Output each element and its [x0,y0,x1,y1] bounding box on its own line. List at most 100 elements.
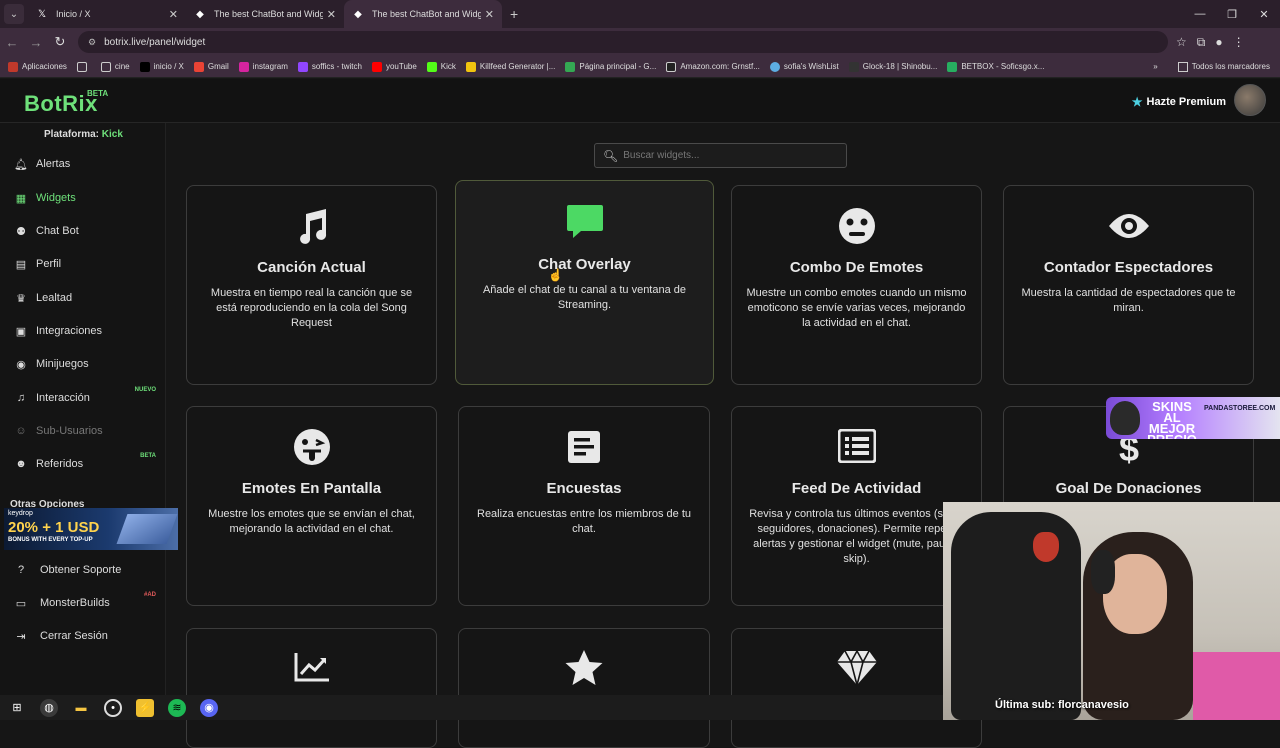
sidebar-item-lealtad[interactable]: ♛ Lealtad [0,283,166,313]
bookmark-item[interactable]: youTube [371,61,417,72]
close-icon[interactable]: ✕ [327,8,336,21]
premium-button[interactable]: ★ Hazte Premium [1132,95,1226,109]
search-icon: 🔍︎ [603,148,619,163]
search-input[interactable] [623,150,834,161]
profile-icon[interactable]: ● [1215,35,1222,50]
sidebar-item-chat-bot[interactable]: ⚉ Chat Bot [0,216,166,246]
discord-icon[interactable]: ◉ [200,698,218,717]
skins-ad-overlay: SKINS AL MEJOR PRECIO PANDASTOREE.COM [1106,397,1280,439]
bookmark-item[interactable]: soffics - twitch [297,61,362,72]
sidebar-item-alertas[interactable]: 🔔︎ Alertas [0,149,166,179]
skins-ad-text: SKINS AL MEJOR PRECIO [1147,399,1197,439]
all-bookmarks-label: Todos los marcadores [1191,62,1270,71]
bookmark-item[interactable]: Amazon.com: Grnstf... [666,61,760,72]
sidebar-item-label: Interacción [36,392,90,404]
browser-tab[interactable]: 𝕏 Inicio / X ✕ [28,0,186,28]
minimize-icon[interactable]: — [1184,0,1216,28]
file-explorer-icon[interactable]: ▬ [72,699,90,717]
instagram-icon [238,61,249,72]
widget-title: Combo De Emotes [789,259,924,276]
bookmark-label: BETBOX - Soficsgo.x... [961,62,1045,71]
tab-search-button[interactable]: ⌄ [4,4,24,24]
bookmark-item[interactable]: Gmail [193,61,229,72]
bookmarks-bar: Aplicaciones cine inicio / X Gmail insta… [0,56,1280,78]
sidebar-item-minijuegos[interactable]: ◉ Minijuegos [0,349,166,379]
browser-tab[interactable]: ◆ The best ChatBot and Widgets ✕ [186,0,344,28]
amazon-icon [666,61,677,72]
trophy-icon: ♛ [16,292,26,305]
chevron-right-icon[interactable]: » [1153,62,1157,71]
ad-badge: #AD [143,592,156,598]
close-icon[interactable]: ✕ [169,8,178,21]
menu-dots-icon[interactable]: ⋮ [1233,35,1245,50]
ad-subtext: BONUS WITH EVERY TOP-UP [8,537,93,543]
bookmark-item[interactable]: inicio / X [139,61,184,72]
bookmark-item[interactable] [76,61,91,72]
sidebar-item-sub-usuarios[interactable]: ☺ Sub-Usuarios [0,416,166,446]
widget-card-chat-overlay[interactable]: Chat Overlay Añade el chat de tu canal a… [455,180,714,385]
widget-card-encuestas[interactable]: Encuestas Realiza encuestas entre los mi… [458,406,710,606]
bookmark-item[interactable]: Killfeed Generator |... [465,61,556,72]
bookmark-item[interactable]: instagram [238,61,288,72]
gaming-chair [951,512,1081,720]
tab-title: Inicio / X [56,9,91,19]
widget-card-combo-de-emotes[interactable]: Combo De Emotes Muestre un combo emotes … [731,185,982,385]
forward-icon[interactable]: → [24,30,48,54]
obs-icon[interactable]: • [104,698,122,717]
back-icon[interactable]: ← [0,30,24,54]
sidebar-item-label: Referidos [36,458,84,470]
sidebar-item-perfil[interactable]: ▤ Perfil [0,249,166,279]
bookmark-star-icon[interactable]: ☆ [1176,35,1187,50]
widget-title: Chat Overlay [538,256,631,273]
drive-icon [565,61,576,72]
widget-description: Muestre un combo emotes cuando un mismo … [746,287,967,329]
bookmark-item[interactable]: Glock-18 | Shinobu... [848,61,937,72]
spotify-icon[interactable]: ≋ [168,698,186,717]
headset [1091,550,1115,594]
bookmark-label: Killfeed Generator |... [479,62,556,71]
sidebar-item-label: Sub-Usuarios [36,425,103,437]
keydrop-ad-banner[interactable]: keydrop 20% + 1 USD BONUS WITH EVERY TOP… [4,508,178,550]
bookmark-item[interactable]: sofia's WishList [769,61,839,72]
url-field[interactable]: ⚙ botrix.live/panel/widget [78,31,1168,53]
sidebar-item-monsterbuilds[interactable]: ▭ MonsterBuilds #AD [0,588,166,618]
widget-card-chart[interactable] [186,628,437,748]
bookmark-item[interactable]: Kick [426,61,456,72]
new-tab-icon[interactable]: + [510,6,518,22]
chrome-icon[interactable]: ◍ [40,698,58,717]
sidebar-item-interaccion[interactable]: ♫ Interacción NUEVO [0,383,166,413]
sidebar-item-referidos[interactable]: ☻ Referidos BETA [0,449,166,479]
avatar[interactable] [1234,84,1266,116]
widget-card-contador-espectadores[interactable]: Contador Espectadores Muestra la cantida… [1003,185,1254,385]
close-icon[interactable]: ✕ [485,8,494,21]
extensions-icon[interactable]: ⧉ [1197,35,1206,50]
app-icon[interactable]: ⚡ [136,698,154,717]
bookmark-item[interactable]: BETBOX - Soficsgo.x... [947,61,1045,72]
sidebar-item-widgets[interactable]: ▦ Widgets [0,183,166,213]
window-controls: — ❐ ✕ [1184,0,1280,28]
reload-icon[interactable]: ↻ [48,30,72,54]
browser-tab-active[interactable]: ◆ The best ChatBot and Widgets ✕ [344,0,502,28]
widget-title: Feed De Actividad [791,480,922,497]
all-bookmarks[interactable]: » Todos los marcadores [1153,61,1270,72]
ad-brand: keydrop [8,510,33,517]
widget-card-cancion-actual[interactable]: Canción Actual Muestra en tiempo real la… [186,185,437,385]
sidebar-item-integraciones[interactable]: ▣ Integraciones [0,316,166,346]
widget-card-star[interactable] [458,628,710,748]
bookmark-item[interactable]: Página principal - G... [565,61,656,72]
windows-start-icon[interactable]: ⊞ [8,699,26,717]
bookmark-item[interactable]: cine [100,61,130,72]
robot-icon: ⚉ [16,225,26,238]
bookmark-item[interactable]: Aplicaciones [8,61,67,72]
x-logo-icon [139,61,150,72]
widget-card-emotes-en-pantalla[interactable]: Emotes En Pantalla Muestre los emotes qu… [186,406,437,606]
chart-line-icon [187,651,436,683]
close-window-icon[interactable]: ✕ [1248,0,1280,28]
sidebar-item-label: Alertas [36,158,71,170]
sidebar-item-obtener-soporte[interactable]: ? Obtener Soporte [0,555,166,585]
site-info-icon[interactable]: ⚙ [88,37,96,48]
premium-label: Hazte Premium [1146,96,1226,108]
sidebar-item-cerrar-sesion[interactable]: ⇥ Cerrar Sesión [0,621,166,651]
sidebar-item-label: Perfil [36,258,62,270]
restore-icon[interactable]: ❐ [1216,0,1248,28]
